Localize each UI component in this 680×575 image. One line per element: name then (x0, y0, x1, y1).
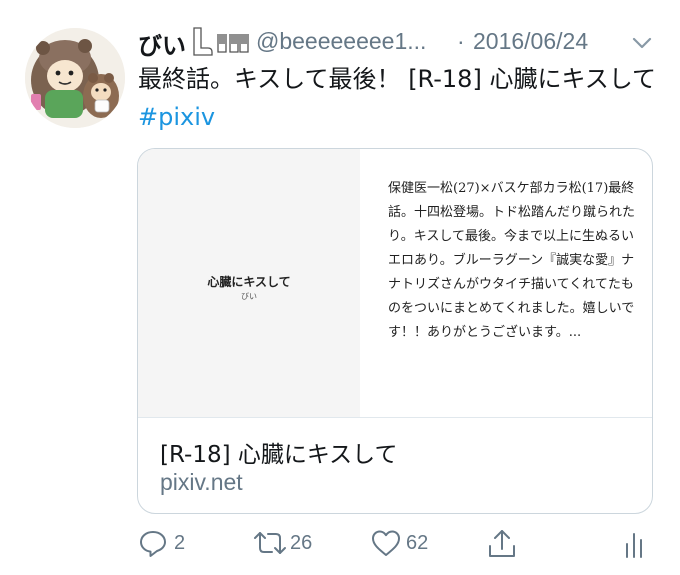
reply-count: 2 (174, 532, 186, 554)
card-description: 保健医一松(27)×バスケ部カラ松(17)最終話。十四松登場。トド松踏んだり蹴ら… (388, 181, 636, 340)
tweet-text-main: 最終話。キスして最後！ [R-18] 心臓にキスして (138, 65, 657, 93)
retweet-button[interactable]: 26 (252, 528, 332, 560)
card-divider (138, 417, 652, 418)
tweet: びい @beeeeeeee1... · 2016/06/24 最終話。キスして最… (0, 0, 680, 575)
link-card[interactable]: 心臓にキスして びい 保健医一松(27)×バスケ部カラ松(17)最終話。十四松登… (137, 148, 653, 514)
share-button[interactable] (486, 528, 518, 560)
share-icon (489, 530, 515, 557)
heart-icon (372, 530, 400, 556)
tweet-text: 最終話。キスして最後！ [R-18] 心臓にキスして #pixiv (138, 60, 658, 136)
card-title: [R-18] 心臓にキスして (160, 442, 398, 468)
tweet-date[interactable]: 2016/06/24 (473, 28, 588, 55)
card-thumbnail: 心臓にキスして びい (138, 149, 360, 417)
hashtag-link[interactable]: #pixiv (138, 103, 215, 131)
reply-button[interactable]: 2 (138, 528, 198, 560)
analytics-button[interactable] (622, 528, 646, 560)
name-decoration-icon (190, 26, 252, 62)
chevron-down-icon[interactable] (630, 34, 654, 52)
thumbnail-title: 心臓にキスして (207, 275, 291, 289)
analytics-icon (626, 533, 642, 558)
like-button[interactable]: 62 (370, 528, 440, 560)
avatar-illustration (25, 28, 125, 128)
reply-icon (140, 531, 166, 557)
retweet-count: 26 (290, 532, 313, 554)
retweet-icon (254, 532, 286, 554)
action-bar: 2 26 62 (138, 524, 658, 564)
author-handle[interactable]: @beeeeeeee1... (256, 28, 426, 55)
author-name[interactable]: びい (138, 26, 186, 61)
like-count: 62 (406, 532, 429, 554)
card-domain: pixiv.net (160, 469, 243, 495)
header-separator: · (457, 28, 465, 54)
tweet-header: びい @beeeeeeee1... · 2016/06/24 (138, 22, 660, 62)
avatar[interactable] (25, 28, 125, 128)
thumbnail-author: びい (241, 292, 257, 301)
